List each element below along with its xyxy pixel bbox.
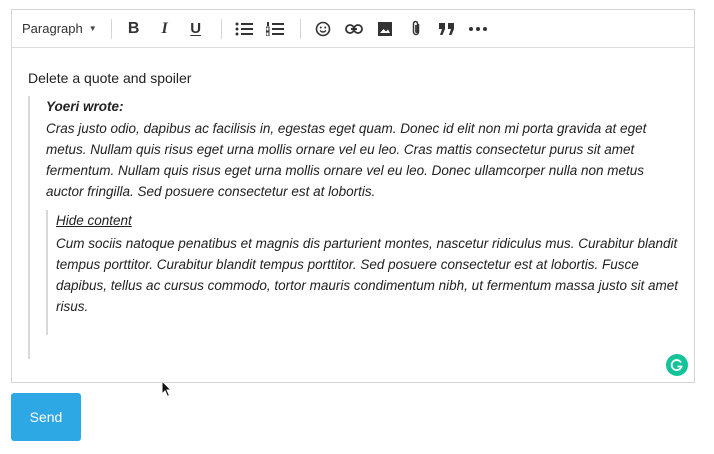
italic-button[interactable]: I [151, 16, 179, 42]
numbered-list-button[interactable] [261, 16, 289, 42]
send-button[interactable]: Send [11, 393, 81, 441]
bold-icon: B [127, 19, 140, 37]
paragraph-format-dropdown[interactable]: Paragraph ▼ [22, 21, 103, 36]
numbered-list-icon [265, 21, 284, 36]
attach-file-button[interactable] [402, 16, 430, 42]
paperclip-icon [412, 20, 419, 36]
intro-text: Delete a quote and spoiler [28, 70, 192, 86]
bulleted-list-button[interactable] [230, 16, 258, 42]
toolbar-divider [110, 18, 112, 39]
smiley-icon [315, 21, 330, 36]
spoiler-toggle[interactable]: Hide content [56, 210, 678, 231]
more-icon [468, 26, 487, 31]
bulleted-list-icon [235, 22, 253, 35]
link-icon [344, 23, 363, 34]
toolbar-divider [220, 18, 222, 39]
insert-image-button[interactable] [371, 16, 399, 42]
quote-text: Cras justo odio, dapibus ac facilisis in… [46, 121, 647, 199]
underline-button[interactable]: U [182, 16, 210, 42]
insert-quote-button[interactable] [433, 16, 461, 42]
italic-icon: I [161, 19, 168, 37]
grammarly-icon[interactable] [666, 354, 688, 376]
quote-author: Yoeri wrote: [46, 99, 124, 114]
bold-button[interactable]: B [120, 16, 148, 42]
quote-icon [438, 22, 454, 35]
editor-content[interactable]: Delete a quote and spoiler Yoeri wrote: … [12, 48, 694, 359]
more-options-button[interactable] [464, 16, 492, 42]
toolbar-divider [299, 18, 301, 39]
rich-text-editor: Paragraph ▼ B I U Delete a quote and spo… [11, 9, 695, 383]
spoiler-block: Hide content Cum sociis natoque penatibu… [46, 210, 678, 335]
spoiler-text: Cum sociis natoque penatibus et magnis d… [56, 236, 679, 314]
image-icon [377, 21, 392, 36]
editor-toolbar: Paragraph ▼ B I U [12, 10, 694, 48]
emoji-button[interactable] [309, 16, 337, 42]
paragraph-format-label: Paragraph [22, 21, 83, 36]
underline-icon: U [190, 20, 202, 37]
caret-down-icon: ▼ [88, 24, 97, 33]
quote-block: Yoeri wrote: Cras justo odio, dapibus ac… [28, 96, 678, 359]
mouse-cursor-icon [161, 380, 173, 398]
insert-link-button[interactable] [340, 16, 368, 42]
